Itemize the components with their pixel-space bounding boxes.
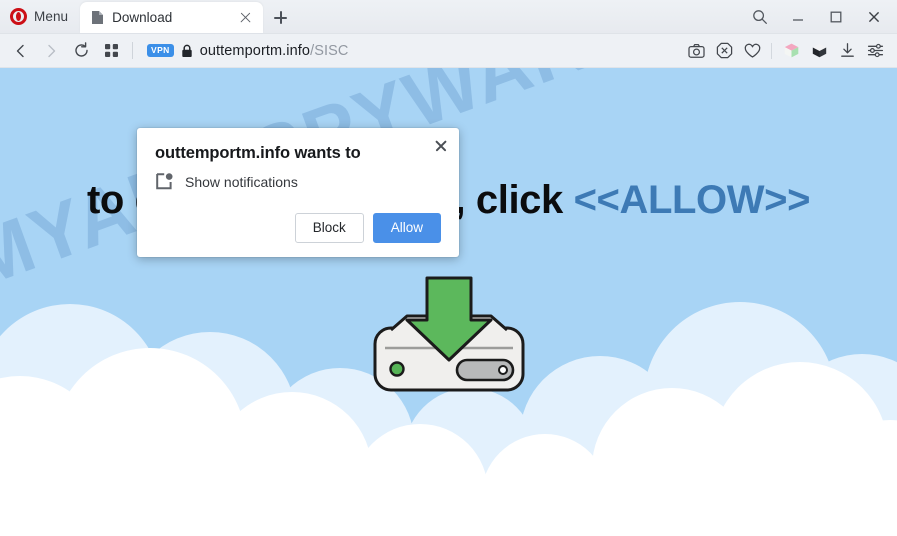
dialog-title: outtemportm.info wants to	[155, 144, 361, 162]
tab-strip: Menu Download	[0, 0, 897, 34]
maximize-icon[interactable]	[817, 0, 855, 33]
grid-squares-icon[interactable]	[96, 36, 126, 66]
notification-permission-dialog: outtemportm.info wants to Show notificat…	[137, 128, 459, 257]
new-tab-button[interactable]	[265, 2, 295, 33]
menu-label: Menu	[34, 9, 69, 24]
toolbar-divider	[132, 42, 133, 59]
easy-setup-sliders-icon[interactable]	[861, 36, 889, 66]
tab-title: Download	[112, 10, 173, 25]
search-icon[interactable]	[741, 0, 779, 33]
dialog-close-icon[interactable]	[431, 136, 451, 156]
downloads-icon[interactable]	[833, 36, 861, 66]
padlock-icon[interactable]	[181, 44, 193, 58]
reload-icon[interactable]	[66, 36, 96, 66]
back-arrow-icon[interactable]	[6, 36, 36, 66]
url-path: /SISC	[310, 42, 349, 59]
window-controls	[741, 0, 897, 33]
tab-close-icon[interactable]	[236, 8, 255, 27]
address-toolbar: VPN outtemportm.info/SISC	[0, 34, 897, 68]
opera-browser-window: Menu Download VPN outtemportm.info/SISC …	[0, 0, 897, 536]
browser-toolbar-actions	[682, 36, 889, 66]
snapshot-camera-icon[interactable]	[682, 36, 710, 66]
minimize-icon[interactable]	[779, 0, 817, 33]
allow-button[interactable]: Allow	[372, 213, 441, 243]
headline-allow-text: <<ALLOW>>	[573, 178, 811, 222]
forward-arrow-icon	[36, 36, 66, 66]
page-viewport: MYANTISPYWARE.COM	[0, 68, 897, 536]
dialog-actions: Block Allow	[155, 213, 441, 243]
browser-tab[interactable]: Download	[80, 2, 264, 33]
hard-drive-download-icon	[369, 276, 529, 401]
address-bar[interactable]: VPN outtemportm.info/SISC	[141, 37, 682, 64]
close-icon[interactable]	[855, 0, 893, 33]
notification-bell-icon	[155, 172, 174, 191]
heart-favorites-icon[interactable]	[738, 36, 766, 66]
block-button[interactable]: Block	[294, 213, 364, 243]
permission-text: Show notifications	[185, 173, 298, 190]
ad-blocker-icon[interactable]	[710, 36, 738, 66]
opera-logo-icon	[10, 8, 27, 25]
cube-colored-icon[interactable]	[777, 36, 805, 66]
cube-dark-icon[interactable]	[805, 36, 833, 66]
url-text: outtemportm.info/SISC	[200, 43, 349, 59]
vpn-badge[interactable]: VPN	[147, 44, 174, 57]
opera-menu-button[interactable]: Menu	[0, 0, 80, 33]
url-domain: outtemportm.info	[199, 42, 311, 59]
permission-row: Show notifications	[155, 172, 441, 191]
page-document-icon	[91, 10, 104, 25]
toolbar-divider-2	[771, 42, 772, 59]
